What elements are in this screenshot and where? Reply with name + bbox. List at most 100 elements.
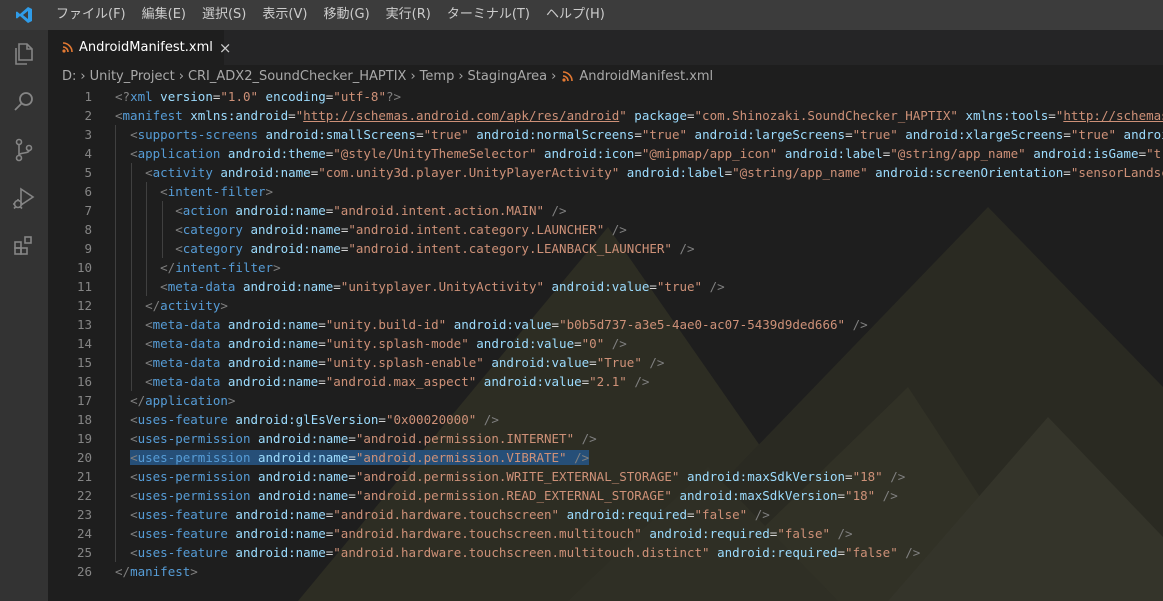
menu-selection[interactable]: 選択(S): [194, 0, 254, 30]
menu-terminal[interactable]: ターミナル(T): [439, 0, 538, 30]
line-number: 24: [76, 526, 92, 541]
code-token: android:name: [235, 279, 334, 294]
indent-guide: [130, 163, 132, 182]
code-line[interactable]: <activity android:name = "com.unity3d.play…: [115, 163, 1163, 182]
code-token: manifest: [122, 108, 183, 123]
menu-go[interactable]: 移動(G): [315, 0, 377, 30]
code-token: "0x00020000": [385, 412, 477, 427]
search-icon[interactable]: [0, 78, 48, 126]
code-token: <: [160, 279, 168, 294]
code-token: uses-feature: [137, 507, 228, 522]
code-line[interactable]: <uses-feature android:name="android.hard…: [115, 524, 1163, 543]
menu-file[interactable]: ファイル(F): [48, 0, 134, 30]
code-token: />: [544, 203, 567, 218]
code-token: android:name: [220, 336, 319, 351]
line-number: 23: [76, 507, 92, 522]
code-token: "true": [423, 127, 469, 142]
tab-androidmanifest[interactable]: AndroidManifest.xml ×: [48, 30, 231, 65]
code-line[interactable]: <meta-data android:name="unity.build-id"…: [115, 315, 1163, 334]
code-line[interactable]: </manifest>: [115, 562, 1163, 581]
breadcrumb-folder[interactable]: CRI_ADX2_SoundChecker_HAPTIX: [188, 69, 407, 84]
code-line[interactable]: <uses-permission android:name="android.p…: [115, 467, 1163, 486]
code-line[interactable]: <meta-data android:name="unity.splash-mo…: [115, 334, 1163, 353]
indent-guide: [115, 448, 116, 467]
code-line[interactable]: <uses-permission android:name="android.p…: [115, 429, 1163, 448]
code-token: <: [145, 317, 153, 332]
extensions-icon[interactable]: [0, 222, 48, 270]
code-line[interactable]: <?xml version="1.0" encoding="utf-8"?>: [115, 87, 1163, 106]
indent-guide: [130, 334, 132, 353]
breadcrumb-folder[interactable]: Temp: [420, 69, 455, 84]
code-token: activity: [152, 165, 213, 180]
code-token: android:value: [483, 355, 590, 370]
menu-edit[interactable]: 編集(E): [134, 0, 194, 30]
code-token: android:icon: [536, 146, 635, 161]
code-line[interactable]: <application android:theme = "@style/Unity…: [115, 144, 1163, 163]
indent-guide: [115, 410, 116, 429]
code-line[interactable]: <meta-data android:name="unity.splash-en…: [115, 353, 1163, 372]
code-token: <: [145, 355, 153, 370]
line-number: 16: [76, 374, 92, 389]
breadcrumb-folder[interactable]: Unity_Project: [90, 69, 175, 84]
menu-run[interactable]: 実行(R): [378, 0, 439, 30]
code-token: =: [318, 355, 326, 370]
code-token: <: [130, 127, 138, 142]
breadcrumb-drive[interactable]: D:: [62, 69, 76, 84]
line-number-gutter: 1 2 3 4 5 6 7 8 9 10 11 12 13 14 15 16 17 18 19 20 21 22 23 24 2…: [48, 87, 92, 581]
code-line[interactable]: <category android:name="android.intent.c…: [115, 220, 1163, 239]
code-line[interactable]: <category android:name="android.intent.c…: [115, 239, 1163, 258]
code-line[interactable]: </application>: [115, 391, 1163, 410]
code-token: "com.Shinozaki.SoundChecker_HAPTIX": [694, 108, 958, 123]
code-line[interactable]: <uses-feature android:glEsVersion="0x000…: [115, 410, 1163, 429]
line-text: </manifest>: [115, 564, 198, 579]
code-line[interactable]: <intent-filter>: [115, 182, 1163, 201]
tab-close-button[interactable]: ×: [219, 39, 232, 57]
code-line[interactable]: <supports-screens android:smallScreens="…: [115, 125, 1163, 144]
code-line[interactable]: <action android:name="android.intent.act…: [115, 201, 1163, 220]
breadcrumb-file[interactable]: AndroidManifest.xml: [579, 69, 713, 84]
code-token: manifest: [130, 564, 191, 579]
code-token: =: [687, 108, 695, 123]
code-line[interactable]: <meta-data android:name="unityplayer.Uni…: [115, 277, 1163, 296]
code-token: "android.permission.WRITE_EXTERNAL_STORA…: [355, 469, 680, 484]
code-token: =: [634, 146, 642, 161]
code-token: <: [130, 469, 138, 484]
code-lines[interactable]: <?xml version="1.0" encoding="utf-8"?> <m…: [115, 87, 1163, 581]
run-debug-icon[interactable]: [0, 174, 48, 222]
code-line[interactable]: <meta-data android:name="android.max_asp…: [115, 372, 1163, 391]
code-token: >: [265, 184, 274, 199]
source-control-icon[interactable]: [0, 126, 48, 174]
menu-help[interactable]: ヘルプ(H): [538, 0, 613, 30]
line-text: <?xml version="1.0" encoding="utf-8"?>: [115, 89, 401, 104]
code-token: />: [641, 355, 665, 370]
code-line[interactable]: <uses-permission android:name="android.p…: [115, 448, 1163, 467]
editor-tabs: AndroidManifest.xml ×: [48, 30, 1163, 65]
explorer-icon[interactable]: [0, 30, 48, 78]
code-token: >: [227, 393, 236, 408]
code-token: android:value: [544, 279, 650, 294]
code-line[interactable]: </activity>: [115, 296, 1163, 315]
tab-label: AndroidManifest.xml: [79, 40, 213, 55]
line-text: <meta-data android:name="android.max_asp…: [145, 374, 649, 389]
code-token: "@style/UnityThemeSelector": [333, 146, 537, 161]
code-token: "com.unity3d.player.UnityPlayerActivity": [318, 165, 620, 180]
menu-view[interactable]: 表示(V): [254, 0, 315, 30]
indent-guide: [115, 220, 116, 239]
code-editor[interactable]: 1 2 3 4 5 6 7 8 9 10 11 12 13 14 15 16 17 18 19 20 21 22 23 24 2…: [48, 87, 1163, 601]
code-line[interactable]: <uses-permission android:name="android.p…: [115, 486, 1163, 505]
code-token: android:glEsVersion: [227, 412, 379, 427]
code-line[interactable]: <uses-feature android:name="android.hard…: [115, 505, 1163, 524]
rss-file-icon: [562, 67, 574, 86]
code-token: />: [702, 279, 725, 294]
line-text: <manifest xmlns:android="http://schemas.…: [115, 108, 1163, 123]
code-line[interactable]: <manifest xmlns:android="http://schemas.…: [115, 106, 1163, 125]
breadcrumb-folder[interactable]: StagingArea: [468, 69, 548, 84]
code-line[interactable]: <uses-feature android:name="android.hard…: [115, 543, 1163, 562]
line-text: <intent-filter>: [160, 184, 273, 199]
code-line[interactable]: </intent-filter>: [115, 258, 1163, 277]
code-token: =: [837, 545, 846, 560]
